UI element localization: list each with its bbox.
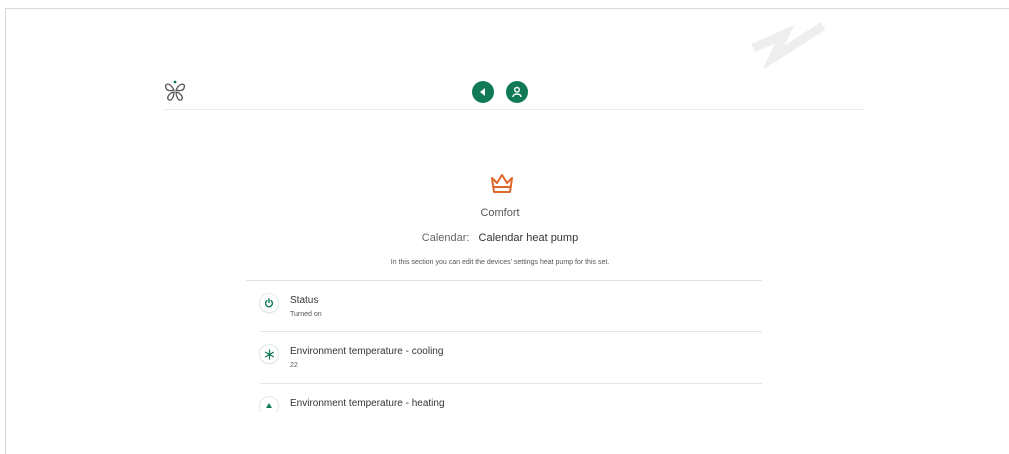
setting-row-heating[interactable]: Environment temperature - heating [260, 384, 762, 412]
calendar-info: Calendar: Calendar heat pump [300, 232, 700, 244]
power-icon [260, 294, 278, 312]
setting-row-status[interactable]: Status Turned on [260, 281, 762, 332]
mode-name: Comfort [480, 207, 520, 219]
setting-value: 22 [290, 362, 298, 369]
setting-title: Status [290, 295, 319, 306]
calendar-value: Calendar heat pump [478, 232, 579, 244]
user-icon [512, 86, 522, 98]
arrow-up-icon [260, 397, 278, 412]
setting-row-cooling[interactable]: Environment temperature - cooling 22 [260, 332, 762, 384]
section-hint: In this section you can edit the devices… [390, 259, 610, 266]
watermark-icon [751, 22, 826, 68]
crown-icon [491, 174, 513, 193]
back-button[interactable] [472, 81, 494, 103]
butterfly-logo-icon[interactable] [163, 79, 187, 103]
top-bar [163, 75, 865, 110]
user-button[interactable] [506, 81, 528, 103]
setting-title: Environment temperature - heating [290, 398, 445, 409]
snowflake-icon [260, 345, 278, 363]
setting-value: Turned on [290, 311, 322, 318]
setting-title: Environment temperature - cooling [290, 346, 444, 357]
back-arrow-icon [480, 88, 485, 96]
calendar-label: Calendar: [421, 232, 470, 244]
settings-list: Status Turned on Environment temperature… [246, 281, 762, 412]
